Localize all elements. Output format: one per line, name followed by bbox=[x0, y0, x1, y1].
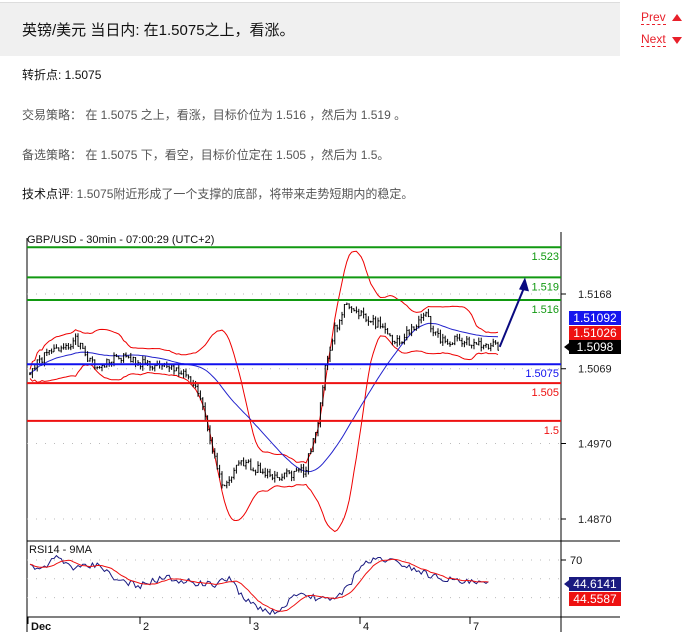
y-tick-label: 1.4970 bbox=[578, 438, 612, 450]
x-tick-label: 7 bbox=[473, 621, 479, 633]
x-tick-label: 2 bbox=[143, 621, 149, 633]
rsi-value-badge: 44.6141 bbox=[573, 577, 617, 591]
rsi-tick-70: 70 bbox=[570, 555, 582, 567]
level-label: 1.523 bbox=[531, 251, 559, 263]
badge-lower: 1.51026 bbox=[573, 326, 617, 340]
level-label: 1.519 bbox=[531, 281, 559, 293]
bollinger-upper bbox=[29, 250, 499, 464]
level-label: 1.5 bbox=[544, 425, 559, 437]
level-label: 1.5075 bbox=[525, 368, 559, 380]
projection-arrow bbox=[498, 285, 526, 348]
rsi-label: RSI14 - 9MA bbox=[29, 544, 93, 556]
level-label: 1.505 bbox=[531, 387, 559, 399]
y-tick-label: 1.5069 bbox=[578, 364, 612, 376]
y-tick-label: 1.4870 bbox=[578, 514, 612, 526]
x-tick-label: Dec bbox=[31, 621, 51, 633]
moving-average bbox=[29, 322, 499, 473]
badge-last: 1.5098 bbox=[577, 340, 614, 354]
x-tick-label: 3 bbox=[253, 621, 259, 633]
rsi-line bbox=[29, 554, 489, 616]
chart-title: GBP/USD - 30min - 07:00:29 (UTC+2) bbox=[27, 234, 214, 246]
badge-upper: 1.51092 bbox=[573, 311, 617, 325]
y-tick-label: 1.5168 bbox=[578, 289, 612, 301]
price-chart: GBP/USD - 30min - 07:00:29 (UTC+2) RSI14… bbox=[26, 232, 621, 633]
rsi-ma-badge: 44.5587 bbox=[573, 592, 617, 606]
rsi-ma-line bbox=[29, 558, 489, 612]
x-tick-label: 4 bbox=[363, 621, 369, 633]
arrow-head-icon bbox=[519, 277, 529, 292]
level-label: 1.516 bbox=[531, 304, 559, 316]
